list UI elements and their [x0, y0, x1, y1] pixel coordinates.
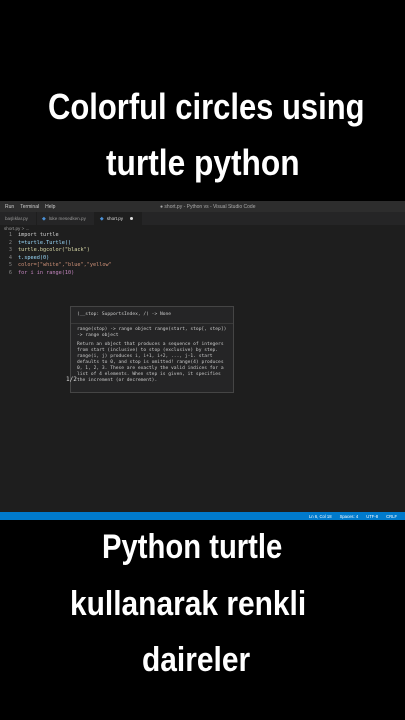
code-line: 2 t=turtle.Turtle(): [0, 240, 405, 248]
line-number: 2: [8, 239, 12, 246]
code-text[interactable]: turtle.bgcolor("black"): [18, 247, 90, 255]
menu-terminal[interactable]: Terminal: [20, 204, 39, 210]
vscode-window: Run Terminal Help ● short.py - Python vs…: [0, 201, 405, 520]
tab-label: başlıklar.py: [5, 216, 28, 221]
code-text[interactable]: import turtle: [18, 232, 59, 240]
code-line: 3 turtle.bgcolor("black"): [0, 247, 405, 255]
code-line: 4 t.speed(0): [0, 255, 405, 263]
menu-help[interactable]: Help: [45, 204, 55, 210]
status-encoding[interactable]: UTF-8: [366, 514, 378, 519]
python-file-icon: ◆: [99, 215, 104, 222]
window-title: ● short.py - Python vs - Visual Studio C…: [160, 203, 256, 210]
code-editor[interactable]: 1 import turtle 2 t=turtle.Turtle() 3 tu…: [0, 232, 405, 393]
code-text[interactable]: for i in range(10): [18, 270, 74, 278]
tab-bar: başlıklar.py ◆ lüke mesedken.py ◆ short.…: [0, 212, 405, 225]
line-number: 3: [8, 247, 12, 254]
tab-label: short.py: [106, 216, 124, 221]
code-line: 1 import turtle: [0, 232, 405, 240]
tab-basliklar[interactable]: başlıklar.py: [0, 212, 37, 225]
overload-counter[interactable]: 1/2: [66, 376, 77, 384]
line-number: 6: [8, 269, 12, 276]
caption-subtitle-line1: Python turtle: [102, 528, 283, 566]
hover-signature: (__stop: SupportsIndex, /) -> None: [71, 307, 233, 324]
code-line: 6 for i in range(10): [0, 270, 405, 278]
hover-tooltip: (__stop: SupportsIndex, /) -> None range…: [70, 306, 234, 393]
code-text[interactable]: t=turtle.Turtle(): [18, 240, 71, 248]
tab-short[interactable]: ◆ short.py: [94, 212, 143, 225]
hover-description: Return an object that produces a sequenc…: [77, 341, 224, 383]
breadcrumb[interactable]: short.py > ...: [0, 225, 405, 232]
caption-subtitle-line2: kullanarak renkli: [70, 585, 307, 623]
status-indent[interactable]: Spaces: 4: [340, 514, 359, 519]
tab-label: lüke mesedken.py: [48, 216, 86, 221]
python-file-icon: ◆: [41, 215, 46, 222]
line-number: 4: [8, 254, 12, 261]
status-bar: Ln 6, Col 18 Spaces: 4 UTF-8 CRLF: [0, 512, 405, 520]
line-number: 5: [8, 262, 12, 269]
code-text[interactable]: color=["white","blue","yellow": [18, 262, 112, 270]
status-cursor-position[interactable]: Ln 6, Col 18: [309, 514, 332, 519]
status-eol[interactable]: CRLF: [386, 514, 397, 519]
unsaved-dot-icon[interactable]: [130, 217, 134, 220]
menu-run[interactable]: Run: [5, 204, 14, 210]
menu-bar: Run Terminal Help ● short.py - Python vs…: [0, 201, 405, 212]
hover-overloads: range(stop) -> range object range(start,…: [77, 326, 227, 338]
caption-title-line1: Colorful circles using: [48, 86, 365, 127]
caption-subtitle-line3: daireler: [142, 641, 251, 679]
line-number: 1: [8, 232, 12, 238]
caption-title-line2: turtle python: [106, 142, 300, 183]
code-text[interactable]: t.speed(0): [18, 255, 49, 263]
tab-luke-mesedken[interactable]: ◆ lüke mesedken.py: [37, 212, 95, 225]
code-line: 5 color=["white","blue","yellow": [0, 262, 405, 270]
